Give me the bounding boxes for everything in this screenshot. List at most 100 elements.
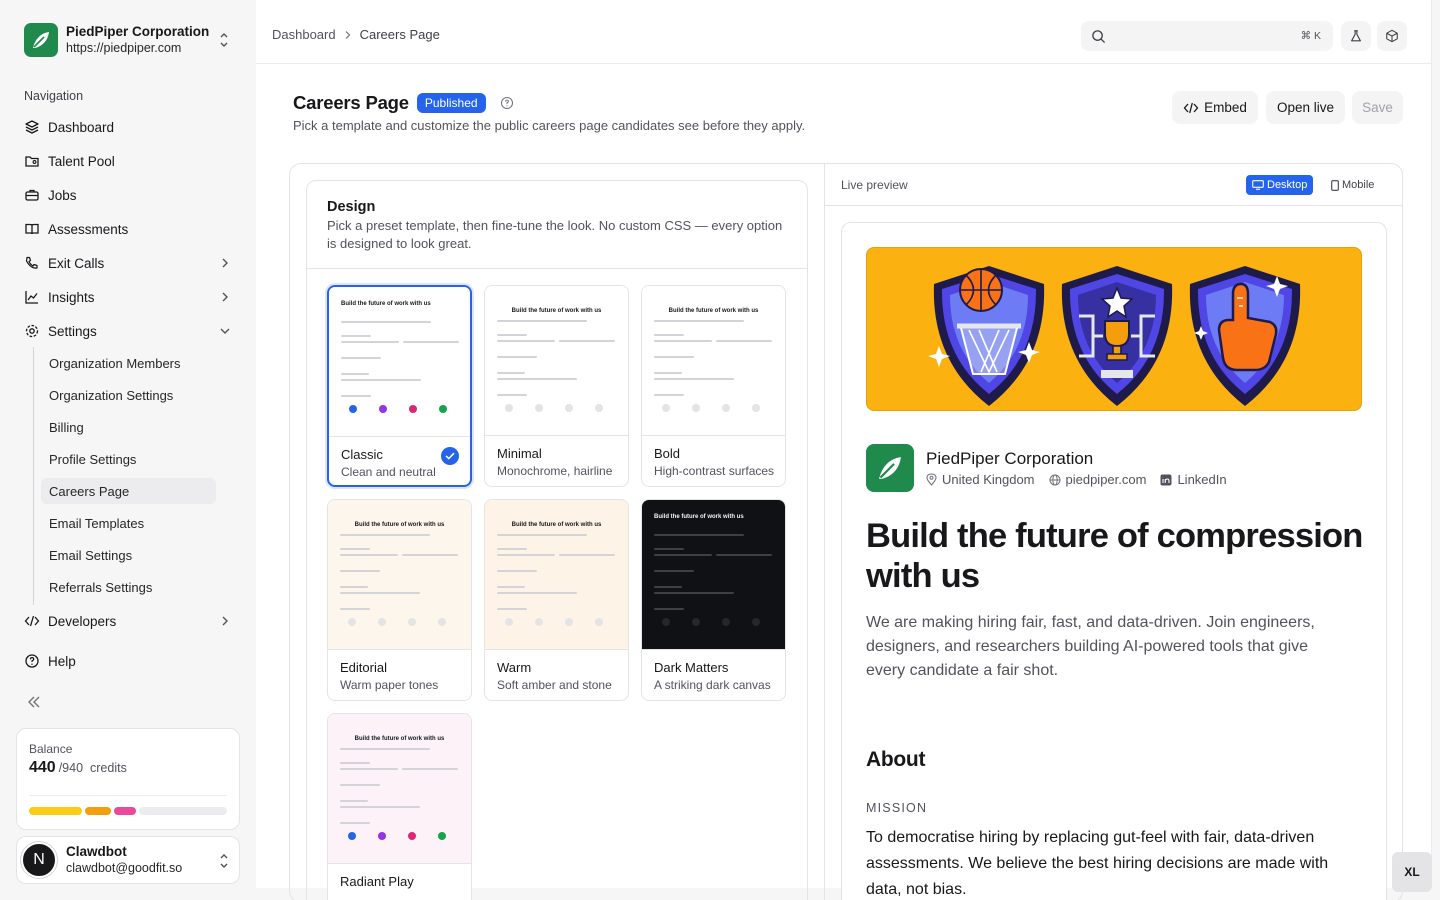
org-url: https://piedpiper.com <box>66 41 182 55</box>
template-card[interactable]: Build the future of work with us Bold High… <box>641 285 786 487</box>
sub-item-email-settings[interactable]: Email Settings <box>41 542 216 568</box>
template-thumbnail-line <box>497 570 537 572</box>
template-thumbnail-line <box>654 554 712 556</box>
template-thumbnail-line <box>559 340 615 342</box>
balance-separator <box>29 795 227 796</box>
template-card[interactable]: Build the future of work with us Dark Mat… <box>641 499 786 701</box>
nav-item-help[interactable]: Help <box>16 646 240 676</box>
search-input[interactable] <box>1114 28 1301 44</box>
template-thumbnail-line <box>497 394 527 396</box>
template-name: Warm <box>497 660 532 675</box>
breadcrumb-dashboard[interactable]: Dashboard <box>272 27 336 42</box>
preview-label: Live preview <box>841 178 908 192</box>
desktop-toggle[interactable]: Desktop <box>1246 175 1314 195</box>
breadcrumb-current: Careers Page <box>359 27 440 42</box>
linkedin-icon <box>1160 474 1172 485</box>
cube-button[interactable] <box>1377 21 1407 51</box>
help-circle-icon <box>24 653 40 669</box>
labs-button[interactable] <box>1341 21 1371 51</box>
template-thumbnail: Build the future of work with us <box>485 500 628 650</box>
nav-item-dashboard[interactable]: Dashboard <box>16 112 240 142</box>
design-card: Design Pick a preset template, then fine… <box>306 180 808 900</box>
save-button[interactable]: Save <box>1352 91 1403 124</box>
nav-item-exit-calls[interactable]: Exit Calls <box>16 248 240 278</box>
sub-item-billing[interactable]: Billing <box>41 414 216 440</box>
nav-item-label: Exit Calls <box>48 255 105 271</box>
layers-icon <box>24 119 40 135</box>
gear-icon <box>24 323 40 339</box>
chevron-right-icon <box>222 258 228 268</box>
sub-item-careers-page[interactable]: Careers Page <box>41 478 216 504</box>
sub-item-email-templates[interactable]: Email Templates <box>41 510 216 536</box>
map-pin-icon <box>926 473 937 486</box>
nav-item-developers[interactable]: Developers <box>16 606 240 636</box>
briefcase-icon <box>24 187 40 203</box>
nav-item-label: Help <box>48 653 76 669</box>
embed-button[interactable]: Embed <box>1172 91 1258 124</box>
template-thumbnail-avatar <box>379 405 387 413</box>
sub-item-profile-settings[interactable]: Profile Settings <box>41 446 216 472</box>
template-thumbnail-avatar <box>505 618 513 626</box>
template-card[interactable]: Build the future of work with us Classic C… <box>327 285 472 487</box>
company-location: United Kingdom <box>926 472 1035 487</box>
template-card[interactable]: Build the future of work with us Warm Soft… <box>484 499 629 701</box>
template-thumbnail-line <box>497 372 525 374</box>
template-thumbnail-line <box>716 554 772 556</box>
template-thumbnail-avatar <box>752 404 760 412</box>
nav-item-insights[interactable]: Insights <box>16 282 240 312</box>
template-thumbnail: Build the future of work with us <box>642 286 785 436</box>
template-name: Dark Matters <box>654 660 729 675</box>
sub-item-organization-settings[interactable]: Organization Settings <box>41 382 216 408</box>
help-circle-icon[interactable] <box>500 96 514 110</box>
submenu-guide-line <box>33 347 34 605</box>
about-heading: About <box>866 748 926 771</box>
template-thumbnail-avatar <box>348 832 356 840</box>
user-menu[interactable]: N Clawdbot clawdbot@goodfit.so <box>16 836 240 884</box>
template-thumbnail-line <box>497 548 527 550</box>
company-location-text: United Kingdom <box>942 472 1035 487</box>
company-name: PiedPiper Corporation <box>926 449 1094 468</box>
company-linkedin[interactable]: LinkedIn <box>1160 472 1227 487</box>
mobile-toggle[interactable]: Mobile <box>1325 175 1380 195</box>
open-live-button[interactable]: Open live <box>1266 91 1345 124</box>
template-card[interactable]: Build the future of work with us Radiant … <box>327 713 472 900</box>
template-thumbnail-heading: Build the future of work with us <box>354 522 445 528</box>
search-box[interactable]: ⌘ K <box>1081 21 1333 51</box>
template-name: Bold <box>654 446 681 461</box>
template-thumbnail-avatar <box>565 404 573 412</box>
template-thumbnail-line <box>402 554 458 556</box>
template-thumbnail-line <box>340 554 398 556</box>
balance-card: Balance 440/940 credits <box>16 728 240 830</box>
template-thumbnail-line <box>497 378 577 380</box>
template-thumbnail-heading: Build the future of work with us <box>511 308 602 314</box>
company-linkedin-text: LinkedIn <box>1177 472 1227 487</box>
template-card[interactable]: Build the future of work with us Minimal M… <box>484 285 629 487</box>
nav-item-label: Assessments <box>48 221 129 237</box>
template-thumbnail-line <box>340 784 380 786</box>
sidebar: PiedPiper Corporation https://piedpiper.… <box>0 0 256 900</box>
template-thumbnail-avatar <box>348 618 356 626</box>
sub-item-referrals-settings[interactable]: Referrals Settings <box>41 574 216 600</box>
template-thumbnail-avatar <box>505 404 513 412</box>
template-card[interactable]: Build the future of work with us Editoria… <box>327 499 472 701</box>
nav-item-label: Insights <box>48 289 95 305</box>
template-thumbnail-heading: Build the future of work with us <box>341 301 431 307</box>
balance-label: Balance <box>29 742 73 756</box>
sub-item-organization-members[interactable]: Organization Members <box>41 350 216 376</box>
phone-device-icon <box>1331 179 1339 191</box>
balance-segment <box>29 807 83 815</box>
template-description: Soft amber and stone <box>497 678 612 692</box>
company-website[interactable]: piedpiper.com <box>1049 472 1146 487</box>
nav-item-jobs[interactable]: Jobs <box>16 180 240 210</box>
chevron-up-down-icon <box>220 33 228 47</box>
breakpoint-indicator: XL <box>1392 852 1432 892</box>
collapse-sidebar-icon[interactable] <box>26 694 42 710</box>
nav-item-settings[interactable]: Settings <box>16 316 240 346</box>
balance-value: 440/940 credits <box>29 759 127 776</box>
nav-item-assessments[interactable]: Assessments <box>16 214 240 244</box>
nav-item-talent-pool[interactable]: Talent Pool <box>16 146 240 176</box>
org-switcher[interactable]: PiedPiper Corporation https://piedpiper.… <box>24 22 236 58</box>
template-thumbnail-line <box>340 534 430 536</box>
company-meta: United Kingdom piedpiper.com LinkedIn <box>926 472 1227 487</box>
design-description: Pick a preset template, then fine-tune t… <box>327 218 783 251</box>
